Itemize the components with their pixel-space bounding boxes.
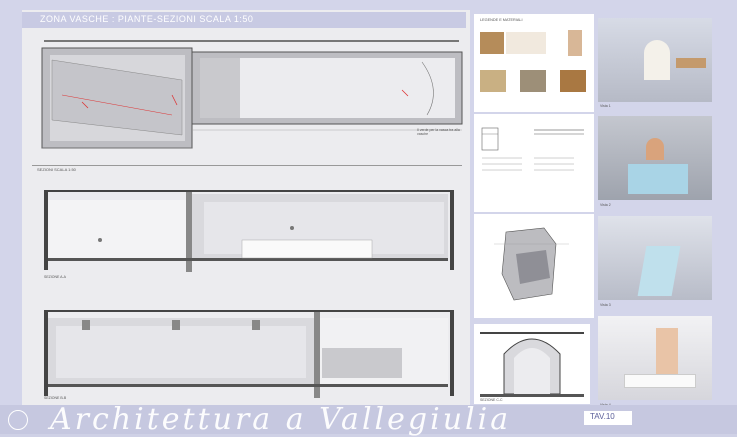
material-swatch-panel bbox=[568, 30, 582, 56]
material-swatch-detail bbox=[506, 32, 546, 54]
brand-signature: Architettura a Vallegiulia bbox=[50, 402, 512, 437]
plan-note: Il verde per la vasca tra alla vasche bbox=[417, 128, 460, 136]
section-a-drawing bbox=[44, 190, 454, 272]
material-swatch-stone bbox=[480, 70, 506, 92]
render-view-2 bbox=[598, 116, 712, 200]
material-swatch-wood bbox=[480, 32, 504, 54]
sheet-number-badge: TAV.10 bbox=[584, 411, 632, 425]
key-plan-panel bbox=[474, 214, 594, 318]
section-c-panel: SEZIONE C-C bbox=[474, 324, 590, 404]
material-swatch-grey bbox=[520, 70, 546, 92]
section-b-drawing bbox=[44, 310, 454, 398]
section-a-label: SEZIONE A-A bbox=[44, 275, 66, 279]
materials-panel: LEGENDE E MATERIALI bbox=[474, 14, 594, 112]
drawing-area: Il verde per la vasca tra alla vasche SE… bbox=[22, 10, 470, 408]
section-b-label: SEZIONE B-B bbox=[44, 396, 67, 400]
details-panel bbox=[474, 114, 594, 212]
render-view-4 bbox=[598, 316, 712, 400]
floor-plan bbox=[41, 40, 463, 149]
view-2-caption: Vista 2 bbox=[600, 203, 611, 207]
view-1-caption: Vista 1 bbox=[600, 104, 611, 108]
seal-logo-icon bbox=[8, 410, 28, 430]
detail-drawing bbox=[481, 127, 584, 171]
page-title: ZONA VASCHE : PIANTE-SEZIONI SCALA 1:50 bbox=[40, 14, 254, 24]
sheet-number: TAV.10 bbox=[590, 412, 615, 421]
section-c-drawing bbox=[480, 332, 584, 397]
section-divider bbox=[32, 165, 462, 166]
material-swatch-oak bbox=[560, 70, 586, 92]
view-3-caption: Vista 3 bbox=[600, 303, 611, 307]
section-label: SEZIONI SCALA 1:50 bbox=[37, 167, 76, 172]
title-bar: ZONA VASCHE : PIANTE-SEZIONI SCALA 1:50 bbox=[22, 12, 466, 28]
render-view-1 bbox=[598, 18, 712, 102]
render-view-3 bbox=[598, 216, 712, 300]
key-plan-drawing bbox=[494, 227, 569, 301]
materials-label: LEGENDE E MATERIALI bbox=[480, 18, 523, 22]
